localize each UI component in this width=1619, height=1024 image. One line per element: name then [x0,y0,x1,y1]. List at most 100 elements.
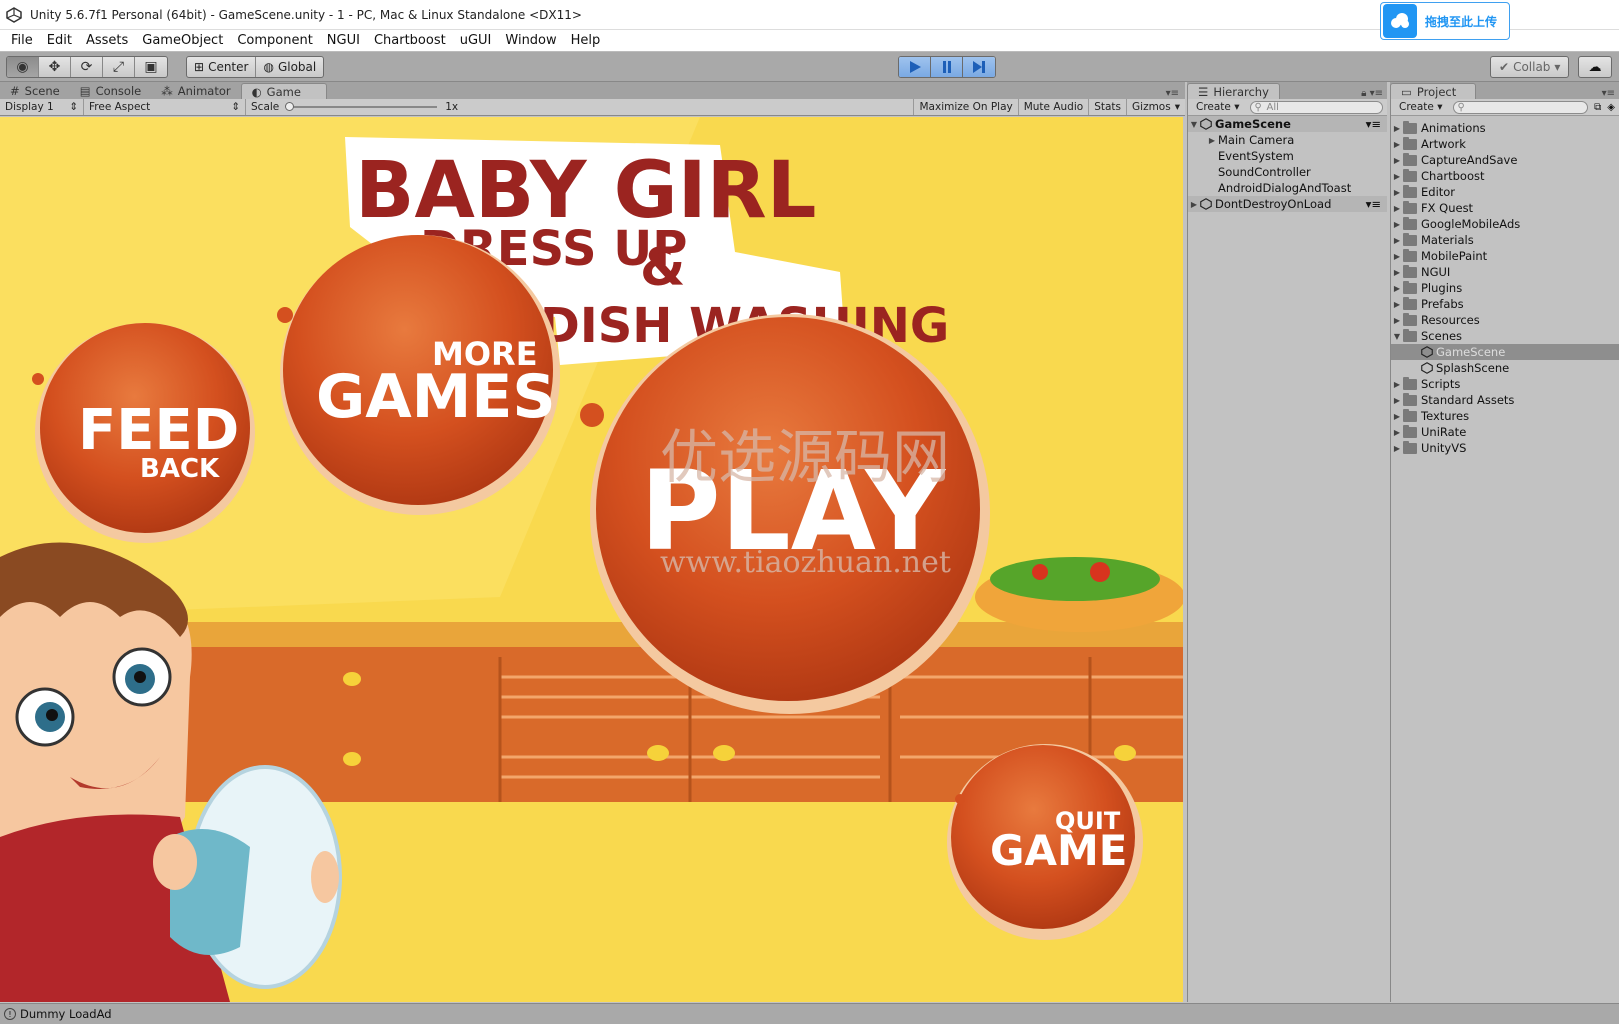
menu-chartboost[interactable]: Chartboost [367,33,453,48]
tab-game[interactable]: ◐ Game [240,83,327,99]
project-folder-artwork[interactable]: ▶ Artwork [1391,136,1619,152]
collapse-arrow-icon[interactable]: ▶ [1188,200,1200,209]
display-dropdown[interactable]: Display 1 ⇕ [0,99,84,115]
project-scene-splashscene[interactable]: SplashScene [1391,360,1619,376]
hierarchy-search-input[interactable]: ⚲ All [1249,100,1383,114]
project-folder-unirate[interactable]: ▶ UniRate [1391,424,1619,440]
filter-type-icon[interactable]: ⧉ [1594,102,1601,113]
menu-file[interactable]: File [4,33,40,48]
scene-menu-icon[interactable]: ▾≡ [1366,197,1387,211]
expand-arrow-icon[interactable]: ▼ [1391,332,1403,341]
project-lock-icon[interactable]: ▾≡ [1602,88,1619,99]
play-game-button[interactable]: PLAY [590,314,990,714]
menu-gameobject[interactable]: GameObject [135,33,230,48]
collab-dropdown[interactable]: ✔ Collab ▾ [1490,56,1570,78]
filter-label-icon[interactable]: ◈ [1607,102,1615,113]
collapse-arrow-icon[interactable]: ▶ [1391,124,1403,133]
collapse-arrow-icon[interactable]: ▶ [1391,204,1403,213]
collapse-arrow-icon[interactable]: ▶ [1391,172,1403,181]
gizmos-dropdown[interactable]: Gizmos ▾ [1127,99,1185,115]
project-folder-resources[interactable]: ▶ Resources [1391,312,1619,328]
hierarchy-item-androiddialog[interactable]: AndroidDialogAndToast [1188,180,1387,196]
project-folder-editor[interactable]: ▶ Editor [1391,184,1619,200]
project-folder-captureandsave[interactable]: ▶ CaptureAndSave [1391,152,1619,168]
collapse-arrow-icon[interactable]: ▶ [1391,396,1403,405]
collapse-arrow-icon[interactable]: ▶ [1391,140,1403,149]
hierarchy-item-main-camera[interactable]: ▶ Main Camera [1188,132,1387,148]
hierarchy-scene-gamescene[interactable]: ▼ GameScene ▾≡ [1188,116,1387,132]
aspect-dropdown[interactable]: Free Aspect ⇕ [84,99,246,115]
menu-edit[interactable]: Edit [40,33,79,48]
step-button[interactable] [963,57,995,77]
pause-button[interactable] [931,57,963,77]
collapse-arrow-icon[interactable]: ▶ [1391,220,1403,229]
collapse-arrow-icon[interactable]: ▶ [1391,428,1403,437]
expand-arrow-icon[interactable]: ▼ [1188,120,1200,129]
tab-hierarchy[interactable]: ☰ Hierarchy [1187,83,1280,99]
menu-assets[interactable]: Assets [79,33,135,48]
collapse-arrow-icon[interactable]: ▶ [1391,380,1403,389]
hierarchy-create-button[interactable]: Create ▾ [1192,101,1244,113]
project-folder-materials[interactable]: ▶ Materials [1391,232,1619,248]
panel-lock-icon[interactable]: 🔒︎ ▾≡ [1361,88,1387,99]
maximize-on-play-toggle[interactable]: Maximize On Play [913,99,1019,115]
project-folder-scenes[interactable]: ▼ Scenes [1391,328,1619,344]
rotate-tool-icon[interactable]: ⟳ [71,57,103,77]
pivot-center-button[interactable]: ⊞ Center [187,57,257,77]
tab-project[interactable]: ▭ Project [1390,83,1476,99]
project-folder-googlemobileads[interactable]: ▶ GoogleMobileAds [1391,216,1619,232]
project-folder-chartboost[interactable]: ▶ Chartboost [1391,168,1619,184]
collapse-arrow-icon[interactable]: ▶ [1391,300,1403,309]
project-folder-scripts[interactable]: ▶ Scripts [1391,376,1619,392]
project-folder-prefabs[interactable]: ▶ Prefabs [1391,296,1619,312]
scene-menu-icon[interactable]: ▾≡ [1366,117,1387,131]
menu-component[interactable]: Component [230,33,319,48]
rect-tool-icon[interactable]: ▣ [135,57,167,77]
mute-audio-toggle[interactable]: Mute Audio [1019,99,1090,115]
project-folder-unityvs[interactable]: ▶ UnityVS [1391,440,1619,456]
project-folder-animations[interactable]: ▶ Animations [1391,120,1619,136]
tab-scene[interactable]: # Scene [0,83,70,99]
view-tool-eye-icon[interactable]: ◉ [7,57,39,77]
play-button[interactable] [899,57,931,77]
feedback-button[interactable]: FEED BACK [35,323,255,543]
scale-tool-icon[interactable]: ⤢ [103,57,135,77]
more-games-button[interactable]: MORE GAMES [280,235,560,515]
collapse-arrow-icon[interactable]: ▶ [1391,188,1403,197]
menu-window[interactable]: Window [498,33,563,48]
hierarchy-item-eventsystem[interactable]: EventSystem [1188,148,1387,164]
project-search-input[interactable]: ⚲ [1452,100,1589,114]
project-scene-gamescene[interactable]: GameScene [1391,344,1619,360]
hierarchy-item-soundcontroller[interactable]: SoundController [1188,164,1387,180]
collapse-arrow-icon[interactable]: ▶ [1391,316,1403,325]
pivot-global-button[interactable]: ◍ Global [256,57,323,77]
tab-animator[interactable]: ⁂ Animator [151,83,240,99]
collapse-arrow-icon[interactable]: ▶ [1206,136,1218,145]
upload-badge[interactable]: 拖拽至此上传 [1380,2,1510,40]
collapse-arrow-icon[interactable]: ▶ [1391,284,1403,293]
project-folder-standard-assets[interactable]: ▶ Standard Assets [1391,392,1619,408]
collapse-arrow-icon[interactable]: ▶ [1391,268,1403,277]
collapse-arrow-icon[interactable]: ▶ [1391,412,1403,421]
menu-ugui[interactable]: uGUI [453,33,499,48]
tab-console[interactable]: ▤ Console [70,83,152,99]
tab-menu-icon[interactable]: ▾≡ [1166,88,1185,99]
collapse-arrow-icon[interactable]: ▶ [1391,444,1403,453]
cloud-button[interactable]: ☁ [1578,56,1612,78]
move-tool-icon[interactable]: ✥ [39,57,71,77]
scale-slider[interactable]: Scale 1x [246,99,463,115]
menu-ngui[interactable]: NGUI [320,33,367,48]
collapse-arrow-icon[interactable]: ▶ [1391,156,1403,165]
collapse-arrow-icon[interactable]: ▶ [1391,236,1403,245]
stats-toggle[interactable]: Stats [1089,99,1128,115]
project-folder-plugins[interactable]: ▶ Plugins [1391,280,1619,296]
project-folder-ngui[interactable]: ▶ NGUI [1391,264,1619,280]
project-folder-mobilepaint[interactable]: ▶ MobilePaint [1391,248,1619,264]
hierarchy-scene-dontdestroy[interactable]: ▶ DontDestroyOnLoad ▾≡ [1188,196,1387,212]
quit-game-button[interactable]: QUIT GAME [947,744,1143,940]
scale-thumb[interactable] [285,102,295,111]
project-create-button[interactable]: Create ▾ [1395,101,1447,113]
game-view[interactable]: BABY GIRL DRESS UP & DISH WASHING FEED B… [0,117,1183,1002]
collapse-arrow-icon[interactable]: ▶ [1391,252,1403,261]
menu-help[interactable]: Help [564,33,608,48]
